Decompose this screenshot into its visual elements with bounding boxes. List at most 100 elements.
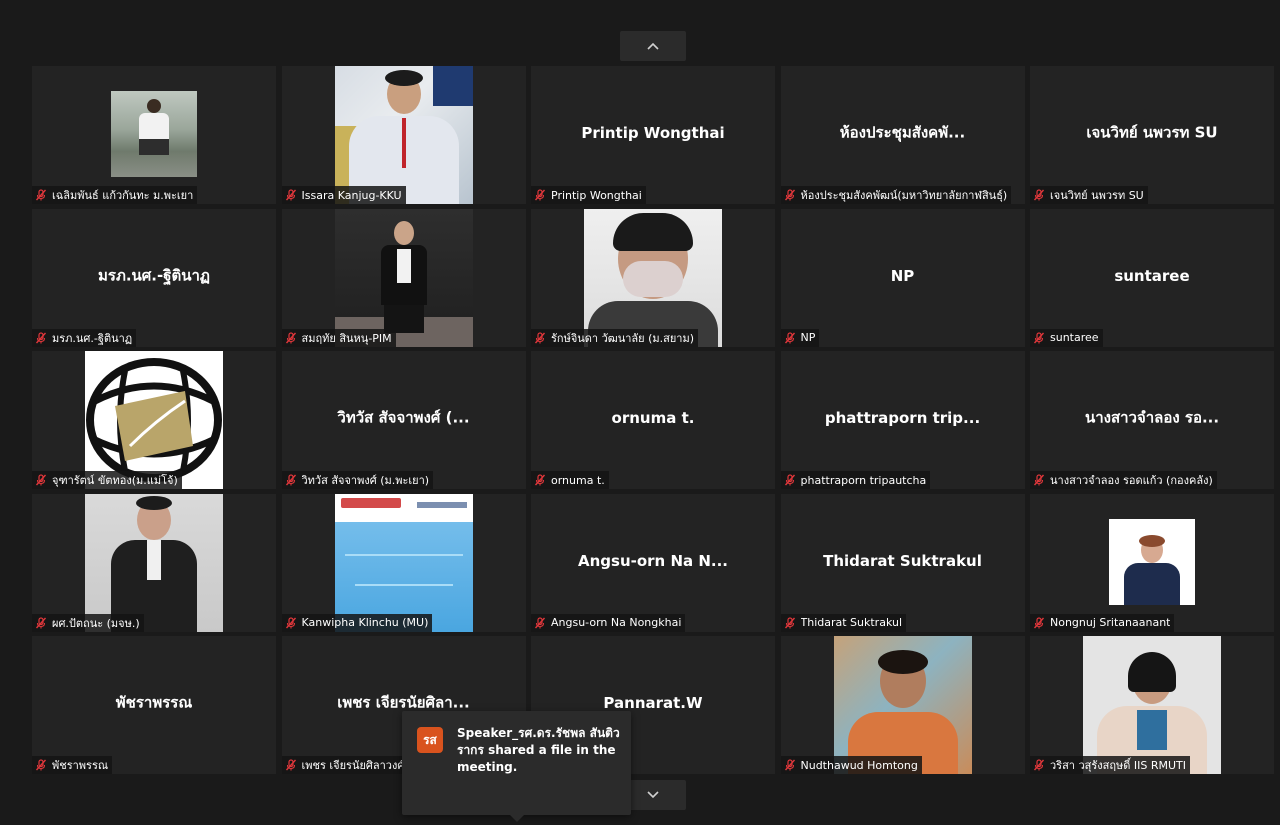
participant-tile[interactable]: ornuma t. ornuma t. <box>531 351 775 489</box>
participant-tile[interactable]: มรภ.นศ.-ฐิตินาฏ มรภ.นศ.-ฐิตินาฏ <box>32 208 276 347</box>
muted-mic-icon <box>285 331 296 343</box>
muted-mic-icon <box>534 474 546 486</box>
participant-name-label: Issara Kanjug-KKU <box>281 186 406 204</box>
muted-mic-icon <box>35 189 47 201</box>
participant-tile[interactable]: Printip Wongthai Printip Wongthai <box>531 66 775 204</box>
participant-tile[interactable]: ห้องประชุมสังคพั... ห้องประชุมสังคพัฒน์(ม… <box>780 66 1025 204</box>
participant-name: เฉลิมพันธ์ แก้วกันทะ ม.พะเยา <box>52 189 194 202</box>
participant-name-label: Kanwipha Klinchu (MU) <box>281 613 433 632</box>
muted-mic-icon <box>35 616 47 628</box>
participant-display-name: suntaree <box>1114 266 1190 285</box>
muted-mic-icon <box>1033 331 1045 343</box>
participant-name-label: เจนวิทย์ นพวรท SU <box>1030 186 1148 204</box>
participant-name-label: Angsu-orn Na Nongkhai <box>531 613 686 632</box>
participant-tile[interactable]: Nongnuj Sritanaanant <box>1030 493 1274 632</box>
participant-name-label: Printip Wongthai <box>531 186 646 204</box>
page-up-button[interactable] <box>620 31 686 61</box>
participant-name-label: นางสาวจำลอง รอดแก้ว (กองคลัง) <box>1030 471 1217 489</box>
participant-name: Angsu-orn Na Nongkhai <box>551 616 682 629</box>
participant-display-name: ห้องประชุมสังคพั... <box>839 123 966 142</box>
participant-tile[interactable]: วริสา วสุรังสฤษดิ์ IIS RMUTI <box>1030 636 1274 774</box>
muted-mic-icon <box>534 189 546 201</box>
participant-video <box>334 66 473 204</box>
participant-name-label: เฉลิมพันธ์ แก้วกันทะ ม.พะเยา <box>32 186 198 204</box>
participant-name: ผศ.ปัตถนะ (มจษ.) <box>52 616 140 630</box>
participant-display-name: NP <box>890 266 915 285</box>
participant-name: Nongnuj Sritanaanant <box>1050 616 1171 629</box>
participant-name-label: ผศ.ปัตถนะ (มจษ.) <box>32 613 144 632</box>
participant-video <box>85 351 223 489</box>
participant-name-label: พัชราพรรณ <box>32 756 113 774</box>
participant-name: Kanwipha Klinchu (MU) <box>301 616 429 629</box>
participant-video <box>334 493 473 632</box>
participant-tile[interactable]: วิทวัส สัจจาพงศ์ (... วิทวัส สัจจาพงศ์ (ม… <box>281 351 526 489</box>
participant-name: Printip Wongthai <box>551 188 642 202</box>
participant-tile[interactable]: Issara Kanjug-KKU <box>281 66 526 204</box>
participant-tile[interactable]: Kanwipha Klinchu (MU) <box>281 493 526 632</box>
participant-tile[interactable]: Nudthawud Homtong <box>780 636 1025 774</box>
participant-name-label: Thidarat Suktrakul <box>780 613 907 632</box>
participant-name: ornuma t. <box>551 473 605 487</box>
chevron-up-icon <box>647 42 659 50</box>
participant-name-label: จุฑารัตน์ ขัตทอง(ม.แม่โจ้) <box>32 471 182 489</box>
muted-mic-icon <box>784 189 795 201</box>
participant-tile[interactable]: เจนวิทย์ นพวรท SU เจนวิทย์ นพวรท SU <box>1030 66 1274 204</box>
participant-display-name: พัชราพรรณ <box>115 693 193 712</box>
participant-display-name: Angsu-orn Na N... <box>577 551 728 570</box>
muted-mic-icon <box>784 331 795 343</box>
participant-video <box>334 208 473 347</box>
participant-name: วิทวัส สัจจาพงศ์ (ม.พะเยา) <box>301 474 430 487</box>
participant-name-label: วิทวัส สัจจาพงศ์ (ม.พะเยา) <box>281 471 434 489</box>
participant-display-name: เจนวิทย์ นพวรท SU <box>1086 123 1218 142</box>
participant-tile[interactable]: Angsu-orn Na N... Angsu-orn Na Nongkhai <box>531 493 775 632</box>
gallery-grid: เฉลิมพันธ์ แก้วกันทะ ม.พะเยา Issara Kanju… <box>32 66 1274 774</box>
participant-name-label: Nongnuj Sritanaanant <box>1030 613 1175 632</box>
participant-name-label: phattraporn tripautcha <box>780 471 931 489</box>
muted-mic-icon <box>285 474 296 486</box>
participant-display-name: นางสาวจำลอง รอ... <box>1084 408 1220 427</box>
participant-name-label: ห้องประชุมสังคพัฒน์(มหาวิทยาลัยกาฬสินธุ์… <box>780 186 1012 204</box>
chevron-down-icon <box>647 791 659 799</box>
participant-name-label: มรภ.นศ.-ฐิตินาฏ <box>32 328 137 347</box>
muted-mic-icon <box>35 331 47 343</box>
participant-tile[interactable]: นางสาวจำลอง รอ... นางสาวจำลอง รอดแก้ว (กอ… <box>1030 351 1274 489</box>
muted-mic-icon <box>784 474 795 486</box>
toast-message: Speaker_รศ.ดร.รัชพล สันติวรากร shared a … <box>457 726 620 774</box>
participant-name-label: suntaree <box>1030 328 1103 347</box>
participant-name-label: สมฤทัย สินหนุ-PIM <box>281 328 396 347</box>
participant-display-name: phattraporn trip... <box>824 409 981 428</box>
participant-tile[interactable]: รักษ์จินดา วัฒนาลัย (ม.สยาม) <box>531 208 775 347</box>
participant-name: ห้องประชุมสังคพัฒน์(มหาวิทยาลัยกาฬสินธุ์… <box>800 189 1008 202</box>
participant-tile[interactable]: สมฤทัย สินหนุ-PIM <box>281 208 526 347</box>
participant-tile[interactable]: จุฑารัตน์ ขัตทอง(ม.แม่โจ้) <box>32 351 276 489</box>
muted-mic-icon <box>1033 474 1045 486</box>
muted-mic-icon <box>285 189 296 201</box>
participant-tile[interactable]: NP NP <box>780 208 1025 347</box>
muted-mic-icon <box>784 616 795 628</box>
participant-tile[interactable]: phattraporn trip... phattraporn tripautch… <box>780 351 1025 489</box>
participant-name: Nudthawud Homtong <box>800 758 918 772</box>
participant-name-label: วริสา วสุรังสฤษดิ์ IIS RMUTI <box>1030 756 1191 774</box>
participant-name: นางสาวจำลอง รอดแก้ว (กองคลัง) <box>1050 474 1213 487</box>
participant-name: เจนวิทย์ นพวรท SU <box>1050 189 1144 202</box>
participant-name: มรภ.นศ.-ฐิตินาฏ <box>52 331 133 345</box>
muted-mic-icon <box>35 474 47 486</box>
participant-name: สมฤทัย สินหนุ-PIM <box>301 331 392 345</box>
participant-display-name: มรภ.นศ.-ฐิตินาฏ <box>98 266 210 285</box>
participant-tile[interactable]: พัชราพรรณ พัชราพรรณ <box>32 636 276 774</box>
participant-name: Thidarat Suktrakul <box>800 616 903 629</box>
participant-video <box>584 208 722 347</box>
muted-mic-icon <box>1033 759 1045 771</box>
participant-tile[interactable]: suntaree suntaree <box>1030 208 1274 347</box>
participant-tile[interactable]: Thidarat Suktrakul Thidarat Suktrakul <box>780 493 1025 632</box>
participant-video <box>85 493 223 632</box>
participant-tile[interactable]: เฉลิมพันธ์ แก้วกันทะ ม.พะเยา <box>32 66 276 204</box>
participant-name: suntaree <box>1050 331 1099 344</box>
participant-tile[interactable]: ผศ.ปัตถนะ (มจษ.) <box>32 493 276 632</box>
muted-mic-icon <box>534 331 546 343</box>
participant-display-name: Pannarat.W <box>603 694 703 713</box>
notification-toast[interactable]: รส Speaker_รศ.ดร.รัชพล สันติวรากร shared… <box>402 711 631 822</box>
participant-display-name: Printip Wongthai <box>581 124 725 143</box>
muted-mic-icon <box>285 759 296 771</box>
participant-name: รักษ์จินดา วัฒนาลัย (ม.สยาม) <box>551 331 695 345</box>
